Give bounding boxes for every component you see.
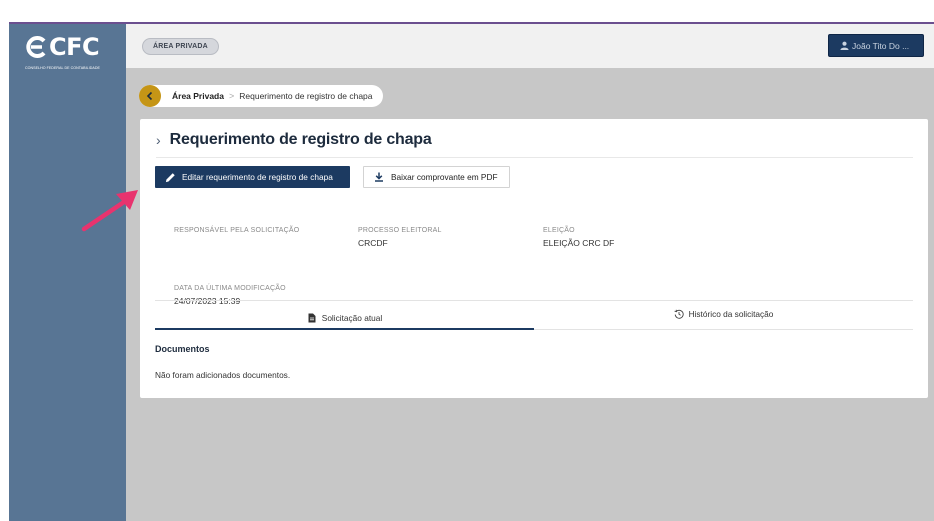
annotation-arrow-icon (81, 190, 138, 232)
chevron-right-icon: › (156, 132, 161, 148)
cfc-logo-mark-icon (26, 36, 46, 58)
tab-divider (534, 329, 913, 330)
field-responsavel: RESPONSÁVEL PELA SOLICITAÇÃO (174, 227, 299, 238)
chevron-left-icon (146, 91, 153, 101)
tab-label: Histórico da solicitação (688, 308, 774, 319)
field-label: DATA DA ÚLTIMA MODIFICAÇÃO (174, 285, 286, 292)
documents-empty-message: Não foram adicionados documentos. (155, 370, 291, 380)
user-menu-button[interactable]: João Tito Do ... (828, 34, 924, 57)
download-pdf-label: Baixar comprovante em PDF (391, 172, 498, 182)
history-icon (674, 309, 684, 319)
field-processo-eleitoral: PROCESSO ELEITORAL CRCDF (358, 227, 442, 248)
tab-label: Solicitação atual (321, 312, 383, 323)
request-card: › Requerimento de registro de chapa Edit… (140, 119, 928, 398)
sidebar: CFC CONSELHO FEDERAL DE CONTABILIDADE (9, 24, 126, 521)
title-row: › Requerimento de registro de chapa (156, 131, 432, 149)
field-value: 24/07/2023 15:39 (174, 296, 241, 306)
main-content: ÁREA PRIVADA João Tito Do ... Área Priva… (126, 24, 934, 521)
logo-text: CFC (49, 33, 100, 61)
download-pdf-button[interactable]: Baixar comprovante em PDF (363, 166, 510, 188)
breadcrumb: Área Privada > Requerimento de registro … (139, 85, 383, 107)
breadcrumb-home-link[interactable]: Área Privada (172, 91, 224, 101)
field-value: CRCDF (358, 238, 388, 248)
breadcrumb-separator: > (228, 91, 235, 101)
back-button[interactable] (139, 85, 161, 107)
top-header: ÁREA PRIVADA João Tito Do ... (126, 24, 934, 68)
user-icon (840, 41, 849, 50)
active-tab-indicator (155, 328, 534, 330)
tab-historico-solicitacao[interactable]: Histórico da solicitação (534, 305, 913, 322)
edit-request-label: Editar requerimento de registro de chapa (182, 172, 333, 182)
document-icon (308, 313, 316, 322)
breadcrumb-current: Requerimento de registro de chapa (239, 91, 373, 101)
area-privada-badge: ÁREA PRIVADA (142, 38, 219, 55)
title-divider (156, 157, 913, 158)
pencil-icon (165, 172, 175, 182)
field-label: ELEIÇÃO (543, 227, 575, 234)
download-icon (375, 172, 383, 182)
tab-solicitacao-atual[interactable]: Solicitação atual (155, 309, 534, 326)
page-title: Requerimento de registro de chapa (169, 131, 432, 148)
field-value: ELEIÇÃO CRC DF (543, 238, 615, 248)
field-label: PROCESSO ELEITORAL (358, 227, 442, 234)
cfc-logo[interactable]: CFC (25, 33, 100, 61)
edit-request-button[interactable]: Editar requerimento de registro de chapa (155, 166, 350, 188)
field-ultima-modificacao: DATA DA ÚLTIMA MODIFICAÇÃO 24/07/2023 15… (174, 285, 286, 306)
logo-subtitle: CONSELHO FEDERAL DE CONTABILIDADE (25, 66, 100, 70)
tabs-top-divider (155, 300, 913, 301)
documents-title: Documentos (155, 344, 210, 354)
field-label: RESPONSÁVEL PELA SOLICITAÇÃO (174, 227, 300, 234)
user-name: João Tito Do ... (852, 40, 910, 51)
field-eleicao: ELEIÇÃO ELEIÇÃO CRC DF (543, 227, 614, 248)
